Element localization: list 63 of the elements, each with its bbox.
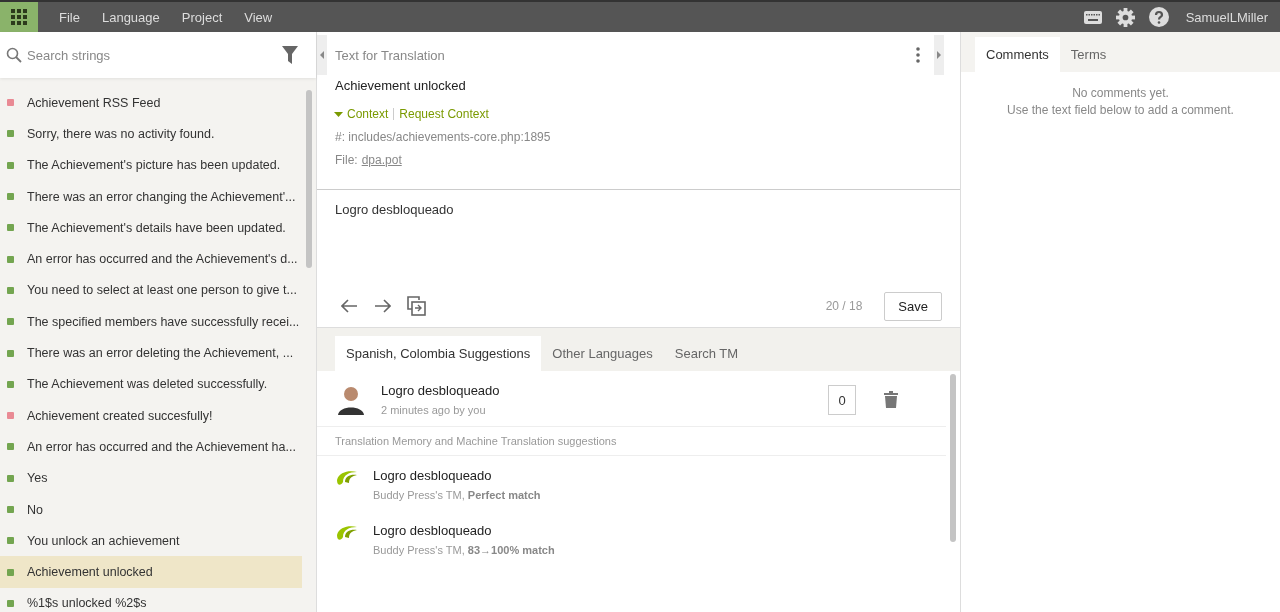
suggestion-meta: 2 minutes ago by you bbox=[381, 404, 487, 416]
string-item[interactable]: No bbox=[0, 493, 302, 526]
menu-item[interactable]: File bbox=[48, 2, 91, 32]
string-item[interactable]: There was an error changing the Achievement'... bbox=[0, 180, 302, 213]
apps-button[interactable] bbox=[0, 2, 38, 32]
menu-item[interactable]: View bbox=[233, 2, 284, 32]
string-item[interactable]: Yes bbox=[0, 462, 302, 494]
string-item[interactable]: Achievement unlocked bbox=[0, 556, 302, 588]
delete-icon[interactable] bbox=[884, 391, 898, 408]
string-item[interactable]: The Achievement was deleted successfully. bbox=[0, 368, 302, 400]
caret-icon[interactable] bbox=[334, 109, 343, 119]
scrollbar-thumb[interactable] bbox=[306, 90, 312, 268]
menu-item[interactable]: Language bbox=[90, 2, 171, 32]
scrollbar-thumb[interactable] bbox=[950, 374, 956, 542]
search-field[interactable]: Search strings bbox=[0, 32, 264, 78]
comments-tab[interactable]: Comments bbox=[975, 37, 1060, 72]
string-item[interactable]: You need to select at least one person to give t... bbox=[0, 274, 302, 307]
copy-icon[interactable] bbox=[407, 296, 426, 316]
collapse-left-button[interactable] bbox=[317, 35, 327, 75]
string-item[interactable]: The Achievement's picture has been updated. bbox=[0, 149, 302, 181]
empty-message: No comments yet. bbox=[1072, 86, 1169, 100]
search-icon bbox=[6, 47, 22, 63]
string-item[interactable]: An error has occurred and the Achievement's d... bbox=[0, 243, 302, 275]
suggestion-text[interactable]: Logro desbloqueado bbox=[381, 383, 814, 398]
hint-text: Use the text field below to add a comment. bbox=[1007, 103, 1234, 117]
comments-tab[interactable]: Terms bbox=[1059, 37, 1118, 72]
suggestions-tab[interactable]: Other Languages bbox=[541, 336, 664, 371]
panel-title: Text for Translation bbox=[335, 47, 446, 63]
vote-count: 0 bbox=[828, 385, 856, 415]
string-item[interactable]: An error has occurred and the Achievement ha... bbox=[0, 431, 302, 463]
grid-icon[interactable] bbox=[11, 9, 27, 25]
string-item[interactable]: You unlock an achievement bbox=[0, 525, 302, 557]
help-icon[interactable] bbox=[1148, 7, 1169, 27]
string-item[interactable]: There was an error deleting the Achievement, ... bbox=[0, 337, 302, 369]
user-menu[interactable]: SamuelLMiller bbox=[1179, 8, 1274, 26]
back-icon[interactable] bbox=[341, 299, 358, 313]
reference-text: #: includes/achievements-core.php:1895 bbox=[334, 130, 552, 144]
settings-icon[interactable] bbox=[1115, 7, 1135, 27]
string-item[interactable]: Achievement created succesfully! bbox=[0, 399, 302, 432]
source-text: Achievement unlocked bbox=[334, 78, 467, 93]
suggestion-text[interactable]: Logro desbloqueado bbox=[373, 468, 928, 483]
string-item[interactable]: Achievement RSS Feed bbox=[0, 87, 302, 119]
keyboard-icon[interactable] bbox=[1083, 10, 1102, 24]
suggestion-text[interactable]: Logro desbloqueado bbox=[373, 523, 928, 538]
right-arrow-icon[interactable] bbox=[934, 50, 944, 60]
string-item[interactable]: The specified members have successfully recei... bbox=[0, 306, 302, 338]
file-link[interactable]: dpa.pot bbox=[361, 153, 402, 167]
character-counter: 20 / 18 bbox=[825, 299, 863, 313]
more-icon[interactable] bbox=[916, 47, 920, 63]
suggestion-meta: Buddy Press's TM, Perfect match bbox=[373, 489, 542, 501]
suggestions-tab[interactable]: Spanish, Colombia Suggestions bbox=[335, 336, 542, 371]
string-item[interactable]: Sorry, there was no activity found. bbox=[0, 118, 302, 150]
suggestion-meta: Buddy Press's TM, 83→100% match bbox=[373, 544, 556, 556]
string-item[interactable]: %1$s unlocked %2$s bbox=[0, 587, 302, 612]
forward-icon[interactable] bbox=[374, 299, 391, 313]
filter-icon[interactable] bbox=[282, 46, 298, 64]
file-label: File: bbox=[335, 153, 358, 167]
collapse-right-button[interactable] bbox=[934, 35, 944, 75]
string-item[interactable]: The Achievement's details have been updated. bbox=[0, 212, 302, 244]
suggestions-tab[interactable]: Search TM bbox=[663, 336, 750, 371]
save-button[interactable]: Save bbox=[884, 291, 942, 321]
section-label: Translation Memory and Machine Translation suggestions bbox=[317, 427, 946, 456]
menu-item[interactable]: Project bbox=[170, 2, 234, 32]
